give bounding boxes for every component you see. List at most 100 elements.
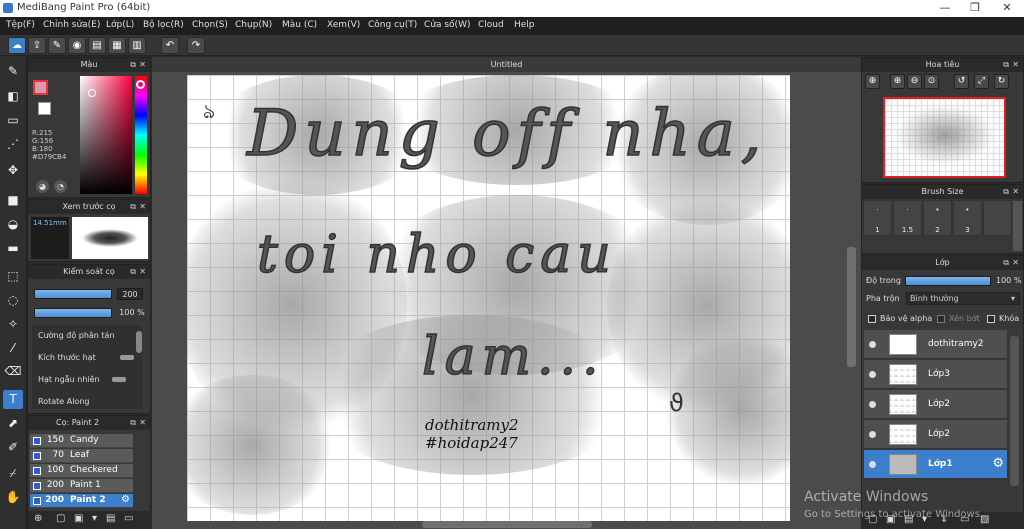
menu-view[interactable]: Xem(V) xyxy=(327,20,360,30)
layer-row[interactable]: Lớp2 xyxy=(864,420,1007,449)
menu-layer[interactable]: Lớp(L) xyxy=(106,20,134,30)
brush-size-input[interactable]: 200 xyxy=(117,288,143,300)
random-particle-slider[interactable] xyxy=(112,377,126,382)
upload-icon[interactable]: ⇪ xyxy=(28,37,46,54)
brush-list-item[interactable]: 70 Leaf xyxy=(30,449,133,463)
brush-size-cell[interactable]: • 3 xyxy=(953,200,982,236)
layer-opacity-slider[interactable] xyxy=(905,276,991,286)
brush-size-cell[interactable]: • 2 xyxy=(923,200,952,236)
reset-view-icon[interactable]: ⤢ xyxy=(974,74,989,89)
particle-size-slider[interactable] xyxy=(120,355,134,360)
brush-settings-icon[interactable]: ▣ xyxy=(74,513,83,524)
brush-list-item[interactable]: 200 Paint 2 ⚙ xyxy=(30,494,133,508)
layer-list-scrollbar[interactable] xyxy=(1010,336,1019,486)
zoom-out-icon[interactable]: ⊕ xyxy=(890,74,905,89)
brush-size-slider[interactable] xyxy=(34,289,112,299)
maximize-button[interactable]: ❐ xyxy=(960,0,990,17)
fill-rect-tool-icon[interactable]: ■ xyxy=(3,191,23,210)
visibility-icon[interactable] xyxy=(869,431,876,438)
visibility-icon[interactable] xyxy=(869,341,876,348)
zoom-actual-icon[interactable]: ⊙ xyxy=(924,74,939,89)
magic-wand-tool-icon[interactable]: ✧ xyxy=(3,315,23,334)
close-icon[interactable]: ✕ xyxy=(139,265,146,279)
layer-row[interactable]: Lớp2 xyxy=(864,390,1007,419)
eraser-tool-icon[interactable]: ◧ xyxy=(3,87,23,106)
color-sv-picker[interactable] xyxy=(80,76,132,194)
zoom-in-icon[interactable]: ⊕ xyxy=(865,74,880,89)
drawing-canvas[interactable]: ঌ ϑ Dung off nha, toi nho cau lam... dot… xyxy=(187,75,790,521)
hue-slider[interactable] xyxy=(135,76,147,194)
clipping-checkbox[interactable] xyxy=(937,315,945,323)
divide-tool-icon[interactable]: ✐ xyxy=(3,438,23,457)
text-tool-icon[interactable]: T xyxy=(3,390,23,409)
protect-alpha-checkbox[interactable] xyxy=(868,315,876,323)
material-icon[interactable]: ▦ xyxy=(108,37,126,54)
menu-tools[interactable]: Công cụ(T) xyxy=(368,20,417,30)
navigator-thumbnail[interactable] xyxy=(883,97,1006,178)
color-picker-cursor[interactable] xyxy=(88,89,96,97)
popout-icon[interactable]: ⧉ xyxy=(1003,256,1009,270)
lasso-tool-icon[interactable]: ◌ xyxy=(3,291,23,310)
cloud-icon[interactable]: ☁ xyxy=(8,37,26,54)
brush-list-item[interactable]: 200 Paint 1 xyxy=(30,479,133,493)
palette-icon[interactable]: ◕ xyxy=(36,180,49,193)
canvas-vertical-scrollbar[interactable] xyxy=(847,247,856,367)
layer-row[interactable]: Lớp1 ⚙ xyxy=(864,450,1007,479)
menu-edit[interactable]: Chỉnh sửa(E) xyxy=(43,20,100,30)
rotate-left-icon[interactable]: ↺ xyxy=(954,74,969,89)
redo-icon[interactable]: ↷ xyxy=(187,37,205,54)
menu-window[interactable]: Cửa số(W) xyxy=(424,20,470,30)
dot-tool-icon[interactable]: ⋰ xyxy=(3,135,23,154)
undo-icon[interactable]: ↶ xyxy=(161,37,179,54)
popout-icon[interactable]: ⧉ xyxy=(130,200,136,214)
brush-list-item[interactable]: 150 Candy xyxy=(30,434,133,448)
close-icon[interactable]: ✕ xyxy=(139,58,146,72)
gradient-tool-icon[interactable]: ▬ xyxy=(3,239,23,258)
popout-icon[interactable]: ⧉ xyxy=(130,265,136,279)
menu-select[interactable]: Chọn(S) xyxy=(192,20,228,30)
menu-color[interactable]: Màu (C) xyxy=(282,20,317,30)
brush-opacity-slider[interactable] xyxy=(34,308,112,318)
minimize-button[interactable]: — xyxy=(930,0,960,17)
color-history-icon[interactable]: ◔ xyxy=(54,180,67,193)
popout-icon[interactable]: ⧉ xyxy=(1003,185,1009,199)
document-icon[interactable]: ▤ xyxy=(88,37,106,54)
copy-brush-icon[interactable]: ▤ xyxy=(106,513,115,524)
select-tool-icon[interactable]: ⬚ xyxy=(3,267,23,286)
brush-menu-icon[interactable]: ▾ xyxy=(92,513,97,524)
menu-capture[interactable]: Chụp(N) xyxy=(235,20,272,30)
menu-help[interactable]: Help xyxy=(514,20,535,30)
share-icon[interactable]: ◉ xyxy=(68,37,86,54)
new-brush-icon[interactable]: ▢ xyxy=(56,513,65,524)
visibility-icon[interactable] xyxy=(869,371,876,378)
rectangle-tool-icon[interactable]: ▭ xyxy=(3,111,23,130)
hand-tool-icon[interactable]: ✋ xyxy=(3,488,23,507)
secondary-color-swatch[interactable] xyxy=(38,102,51,115)
layer-row[interactable]: dothitramy2 xyxy=(864,330,1007,359)
comment-icon[interactable]: ✎ xyxy=(48,37,66,54)
close-button[interactable]: ✕ xyxy=(992,0,1022,17)
popout-icon[interactable]: ⧉ xyxy=(130,58,136,72)
primary-color-swatch[interactable] xyxy=(33,80,48,95)
visibility-icon[interactable] xyxy=(869,461,876,468)
brush-size-scrollbar[interactable] xyxy=(1013,201,1022,251)
close-icon[interactable]: ✕ xyxy=(1012,256,1019,270)
brush-size-cell[interactable]: · 1.5 xyxy=(893,200,922,236)
brush-size-cell[interactable] xyxy=(983,200,1012,236)
move-tool-icon[interactable]: ✥ xyxy=(3,161,23,180)
lock-checkbox[interactable] xyxy=(987,315,995,323)
close-icon[interactable]: ✕ xyxy=(139,416,146,430)
gear-icon[interactable]: ⚙ xyxy=(121,494,130,505)
brush-options-scrollbar[interactable] xyxy=(136,331,142,353)
eyedropper-tool-icon[interactable]: ⌿ xyxy=(3,464,23,483)
grid-icon[interactable]: ▥ xyxy=(128,37,146,54)
popout-icon[interactable]: ⧉ xyxy=(130,416,136,430)
popout-icon[interactable]: ⧉ xyxy=(1003,58,1009,72)
close-icon[interactable]: ✕ xyxy=(1012,58,1019,72)
brush-tool-icon[interactable]: ✎ xyxy=(3,62,23,81)
canvas-horizontal-scrollbar[interactable] xyxy=(422,521,592,528)
menu-cloud[interactable]: Cloud xyxy=(478,20,504,30)
brush-size-cell[interactable]: · 1 xyxy=(863,200,892,236)
select-eraser-tool-icon[interactable]: ⌫ xyxy=(3,362,23,381)
gear-icon[interactable]: ⚙ xyxy=(992,456,1004,471)
